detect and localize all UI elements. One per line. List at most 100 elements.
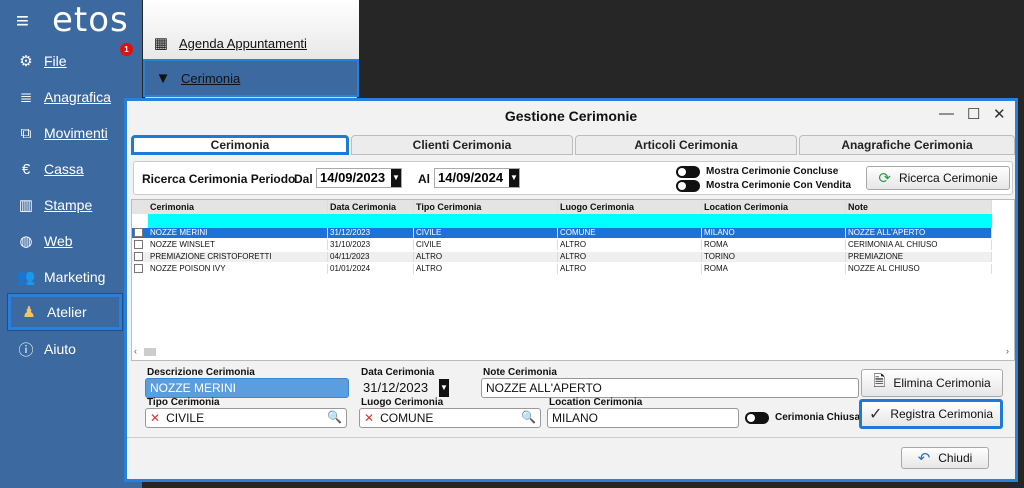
hamburger-menu-icon[interactable]: ≡ [16,8,29,34]
to-label: Al [418,172,430,186]
row-checkbox[interactable]: ✓ [134,228,143,237]
tab-articoli-cerimonia[interactable]: Articoli Cerimonia [575,135,797,155]
tab-cerimonia[interactable]: Cerimonia [131,135,349,155]
sidebar-item-cassa[interactable]: € Cassa [8,152,122,186]
scroll-left-icon[interactable]: ‹ [134,346,137,356]
note-field[interactable]: NOZZE ALL'APERTO [481,378,859,398]
sidebar-item-file[interactable]: ⚙ File [8,44,122,78]
search-bar: Ricerca Cerimonia Periodo Dal 14/09/2023… [133,161,1013,195]
horizontal-scrollbar-thumb[interactable] [144,348,156,356]
tab-bar: Cerimonia Clienti Cerimonia Articoli Cer… [131,135,1015,155]
info-icon: ⓘ [18,341,34,359]
sidebar-item-movimenti[interactable]: ⧉ Movimenti [8,116,122,150]
date-from-field[interactable]: 14/09/2023 ▼ [316,168,402,188]
column-header[interactable]: Note [846,200,992,214]
sidebar-item-web[interactable]: ◍ Web [8,224,122,258]
users-icon: 👥 [16,269,36,286]
refresh-icon: ⟳ [878,170,891,187]
data-cerimonia-field[interactable]: 31/12/2023 ▼ [359,378,449,398]
column-header[interactable]: Luogo Cerimonia [558,200,702,214]
column-header[interactable]: Data Cerimonia [328,200,414,214]
chevron-down-icon[interactable]: ▼ [391,169,401,187]
search-icon[interactable]: 🔍 [521,410,536,424]
table-cell: MILANO [702,228,846,238]
toggle-concluse[interactable] [676,166,700,178]
table-row[interactable]: PREMIAZIONE CRISTOFORETTI 04/11/2023 ALT… [132,252,992,262]
table-header: Cerimonia Data Cerimonia Tipo Cerimonia … [132,200,992,214]
chevron-down-icon[interactable]: ▼ [509,169,519,187]
clear-icon[interactable]: ✕ [364,411,374,425]
date-to-field[interactable]: 14/09/2024 ▼ [434,168,520,188]
gear-icon: ⚙ [19,53,33,70]
check-circle-icon: ✓ [868,406,883,423]
table-cell: 31/10/2023 [328,240,414,250]
table-cell: 01/01/2024 [328,264,414,274]
table-cell: NOZZE POISON IVY [148,264,328,274]
table-cell: CERIMONIA AL CHIUSO [846,240,992,250]
search-icon[interactable]: 🔍 [327,410,342,424]
row-checkbox[interactable] [134,252,143,261]
submenu-item-agenda[interactable]: ▦ Agenda Appuntamenti [143,24,359,62]
toggle-con-vendita[interactable] [676,180,700,192]
app-logo: etos [52,0,129,40]
table-row[interactable]: NOZZE WINSLET 31/10/2023 CIVILE ALTRO RO… [132,240,992,250]
column-header[interactable]: Cerimonia [148,200,328,214]
divider [127,437,1015,438]
row-checkbox[interactable] [134,240,143,249]
table-cell: ROMA [702,264,846,274]
new-row[interactable] [148,214,992,228]
sidebar-item-marketing[interactable]: 👥 Marketing [8,260,122,294]
table-cell: CIVILE [414,228,558,238]
close-icon[interactable]: ✕ [993,105,1006,123]
table-cell: PREMIAZIONE [846,252,992,262]
sidebar-item-aiuto[interactable]: ⓘ Aiuto [8,332,122,366]
clear-icon[interactable]: ✕ [150,411,160,425]
scroll-right-icon[interactable]: › [1006,346,1009,356]
luogo-cerimonia-field[interactable]: ✕ COMUNE 🔍 [359,408,541,428]
tie-icon: ▼ [155,69,171,87]
from-label: Dal [294,172,313,186]
sidebar-item-anagrafica[interactable]: ≣ Anagrafica [8,80,122,114]
table-cell: TORINO [702,252,846,262]
desc-label: Descrizione Cerimonia [147,367,255,378]
tab-clienti-cerimonia[interactable]: Clienti Cerimonia [351,135,573,155]
tipo-label: Tipo Cerimonia [147,397,220,408]
luogo-label: Luogo Cerimonia [361,397,444,408]
table-cell: ROMA [702,240,846,250]
table-row[interactable]: ✓ NOZZE MERINI 31/12/2023 CIVILE COMUNE … [132,228,992,238]
tab-anagrafiche-cerimonia[interactable]: Anagrafiche Cerimonia [799,135,1015,155]
row-checkbox[interactable] [134,264,143,273]
table-row[interactable]: NOZZE POISON IVY 01/01/2024 ALTRO ALTRO … [132,264,992,274]
submenu-item-cerimonia[interactable]: ▼ Cerimonia [143,59,359,97]
chiudi-button[interactable]: ↶ Chiudi [901,447,989,469]
table-cell: CIVILE [414,240,558,250]
table-cell: ALTRO [414,264,558,274]
table-cell: 31/12/2023 [328,228,414,238]
registra-cerimonia-button[interactable]: ✓ Registra Cerimonia [859,399,1003,429]
sidebar-item-atelier[interactable]: ♟ Atelier [7,293,123,331]
table-cell: 04/11/2023 [328,252,414,262]
maximize-icon[interactable]: ☐ [967,105,980,123]
table-cell: NOZZE MERINI [148,228,328,238]
sidebar-item-stampe[interactable]: ▥ Stampe [8,188,122,222]
minimize-icon[interactable]: — [939,105,954,122]
chiusa-label: Cerimonia Chiusa [775,412,861,423]
tipo-cerimonia-field[interactable]: ✕ CIVILE 🔍 [145,408,347,428]
location-cerimonia-field[interactable]: MILANO [547,408,739,428]
ricerca-cerimonie-button[interactable]: ⟳ Ricerca Cerimonie [866,166,1010,190]
column-header[interactable]: Tipo Cerimonia [414,200,558,214]
table-cell: COMUNE [558,228,702,238]
back-arrow-icon: ↶ [917,450,931,467]
table-cell: NOZZE WINSLET [148,240,328,250]
gestione-cerimonie-dialog: Gestione Cerimonie — ☐ ✕ Cerimonia Clien… [124,98,1018,482]
euro-icon: € [21,160,31,178]
descrizione-field[interactable]: NOZZE MERINI [145,378,349,398]
table-cell: ALTRO [558,252,702,262]
atelier-submenu: ▦ Agenda Appuntamenti ▼ Cerimonia [143,0,359,100]
chevron-down-icon[interactable]: ▼ [439,379,449,397]
column-header[interactable]: Location Cerimonia [702,200,846,214]
dialog-title: Gestione Cerimonie [504,108,638,124]
cubes-icon: ⧉ [20,124,32,142]
elimina-cerimonia-button[interactable]: 🗎 Elimina Cerimonia [861,369,1003,397]
toggle-cerimonia-chiusa[interactable] [745,412,769,424]
